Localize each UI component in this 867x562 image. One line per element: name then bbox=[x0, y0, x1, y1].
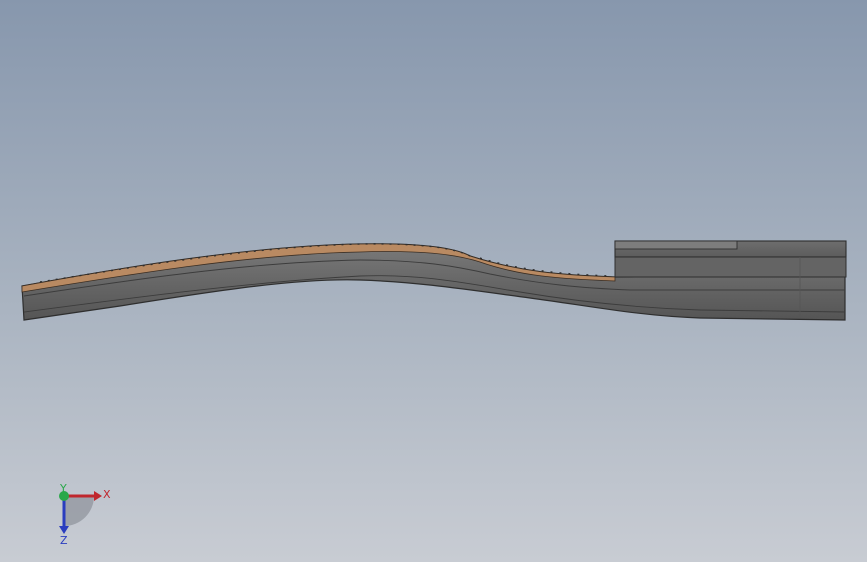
z-axis-label: Z bbox=[60, 534, 68, 546]
3d-model-view[interactable] bbox=[0, 0, 867, 562]
coordinate-triad[interactable]: X Y Z bbox=[48, 484, 118, 546]
z-axis-arrowhead bbox=[59, 526, 69, 534]
graphics-viewport[interactable]: X Y Z bbox=[0, 0, 867, 562]
triad-shadow bbox=[64, 496, 94, 526]
heel-block-lower[interactable] bbox=[614, 256, 847, 278]
heel-block-cap bbox=[614, 240, 738, 250]
x-axis-label: X bbox=[103, 488, 111, 501]
x-axis-arrowhead bbox=[94, 491, 102, 501]
y-axis-label: Y bbox=[59, 484, 67, 495]
